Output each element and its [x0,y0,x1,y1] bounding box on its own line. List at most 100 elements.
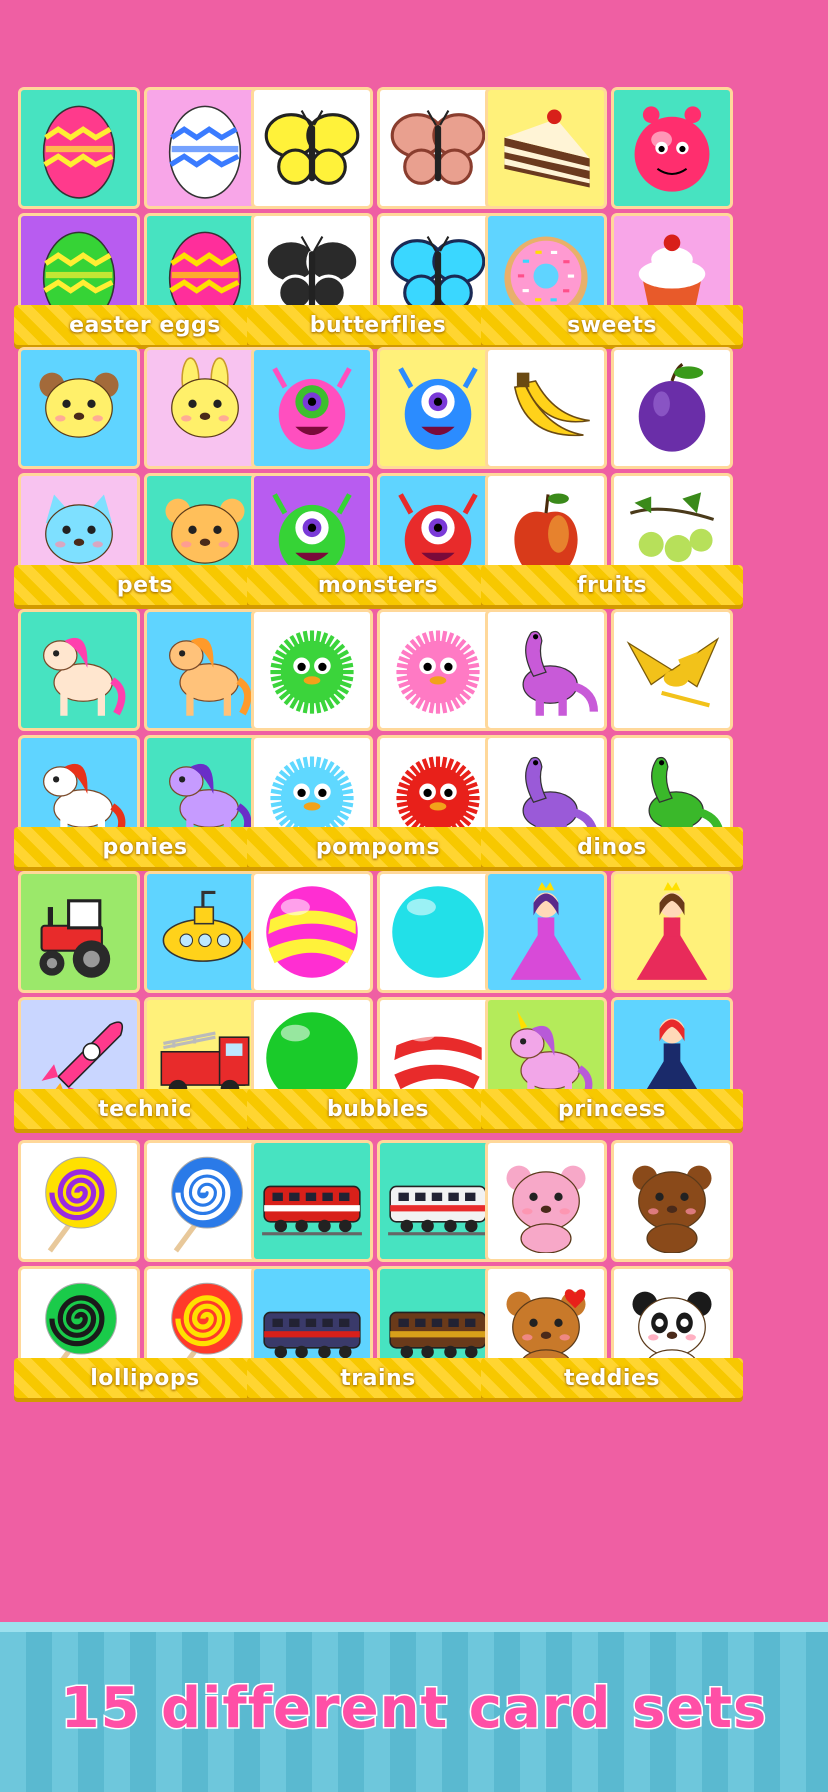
panda-icon [632,1291,712,1365]
card-tiles [18,87,272,312]
card-tiles [485,347,739,572]
puppy-icon [39,372,119,438]
banner-title: 15 different card sets [59,1675,768,1743]
card-tiles [485,87,739,312]
card-set-label-bar[interactable]: butterflies [247,305,509,345]
card-tiles [18,609,272,834]
card-tile [18,609,140,731]
card-tile [611,997,733,1096]
teddy-icon [506,1165,586,1253]
card-tiles [485,1140,739,1365]
butterfly-icon [264,110,360,185]
card-tile [485,1140,607,1262]
kitten-icon [45,494,113,564]
tractor-icon [39,899,111,978]
card-tile [485,735,607,834]
rocket-icon [41,1021,124,1096]
monster-icon [398,367,478,450]
card-tile [18,1266,140,1365]
card-set-label-bar[interactable]: easter eggs [14,305,276,345]
card-set-label-bar[interactable]: lollipops [14,1358,276,1398]
card-set-technic[interactable]: technic [14,871,276,1131]
card-set-label-bar[interactable]: princess [481,1089,743,1129]
card-set-dinos[interactable]: dinos [481,609,743,869]
firetruck-icon [160,1031,250,1096]
card-tile [18,997,140,1096]
card-tile [18,473,140,572]
card-set-label: pompoms [315,834,441,860]
card-set-teddies[interactable]: teddies [481,1140,743,1400]
card-set-pets[interactable]: pets [14,347,276,607]
card-tiles [251,347,505,572]
card-tiles [251,871,505,1096]
card-tiles [251,1140,505,1365]
card-set-easter-eggs[interactable]: easter eggs [14,87,276,347]
butterfly-icon [264,236,360,311]
card-tile [18,871,140,993]
easter-egg-icon [168,105,242,199]
card-set-monsters[interactable]: monsters [247,347,509,607]
card-tile [611,871,733,993]
card-set-pompoms[interactable]: pompoms [247,609,509,869]
card-tiles [485,609,739,834]
card-set-label-bar[interactable]: monsters [247,565,509,605]
card-set-grid: easter eggs butterflies sweets pets monsters… [0,0,828,1620]
card-set-label-bar[interactable]: pompoms [247,827,509,867]
easter-egg-icon [42,231,116,312]
pterodactyl-icon [626,637,720,708]
butterfly-icon [390,236,486,311]
card-tile [611,347,733,469]
card-set-ponies[interactable]: ponies [14,609,276,869]
card-set-label-bar[interactable]: bubbles [247,1089,509,1129]
card-set-label-bar[interactable]: fruits [481,565,743,605]
monster-icon [272,367,352,450]
bubble-icon [266,1012,358,1096]
card-tile [611,473,733,572]
card-set-butterflies[interactable]: butterflies [247,87,509,347]
card-set-label-bar[interactable]: teddies [481,1358,743,1398]
candy-monster-icon [634,106,710,192]
card-set-label-bar[interactable]: trains [247,1358,509,1398]
card-set-label: sweets [567,312,657,338]
card-tile [485,609,607,731]
card-set-sweets[interactable]: sweets [481,87,743,347]
card-set-label-bar[interactable]: ponies [14,827,276,867]
card-set-bubbles[interactable]: bubbles [247,871,509,1131]
dino-icon [648,756,724,834]
princess-icon [636,882,708,980]
card-tile [611,609,733,731]
card-set-trains[interactable]: trains [247,1140,509,1400]
card-tile [485,347,607,469]
card-tiles [251,609,505,834]
card-set-label-bar[interactable]: technic [14,1089,276,1129]
pompom-icon [396,630,480,714]
hamster-icon [165,498,245,564]
pony-icon [169,637,252,716]
card-tile [251,735,373,834]
card-set-label-bar[interactable]: dinos [481,827,743,867]
card-set-lollipops[interactable]: lollipops [14,1140,276,1400]
lollipop-icon [45,1156,117,1253]
teddy-icon [506,1289,586,1365]
card-tile [251,1140,373,1262]
card-tile [251,347,373,469]
easter-egg-icon [168,231,242,312]
train-icon [388,1311,488,1362]
card-set-label-bar[interactable]: pets [14,565,276,605]
card-tile [485,1266,607,1365]
card-set-label: pets [116,572,174,598]
train-icon [262,1185,362,1236]
card-set-label: technic [98,1096,192,1122]
train-icon [262,1311,362,1362]
card-set-label: lollipops [90,1365,200,1391]
card-set-label: fruits [576,572,648,598]
card-tiles [18,1140,272,1365]
card-tile [485,87,607,209]
pompom-icon [396,756,480,834]
card-set-princess[interactable]: princess [481,871,743,1131]
card-tile [18,735,140,834]
donut-icon [504,236,588,312]
bunny-icon [171,357,239,438]
card-set-fruits[interactable]: fruits [481,347,743,607]
card-set-label-bar[interactable]: sweets [481,305,743,345]
